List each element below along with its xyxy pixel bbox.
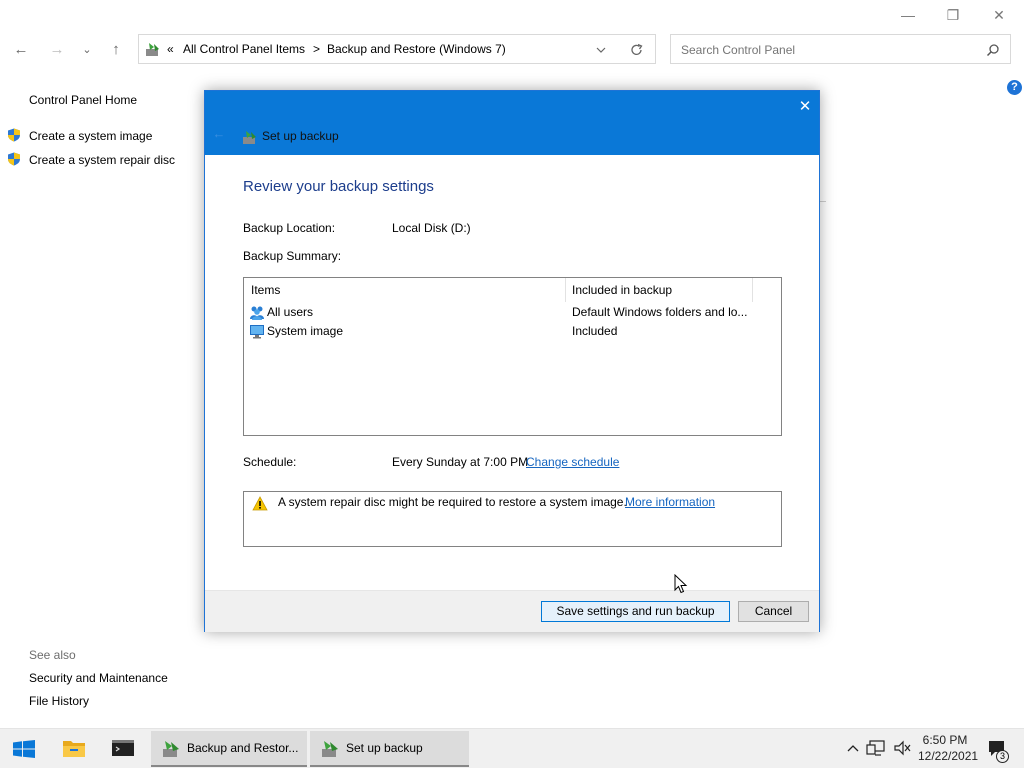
address-bar[interactable]: « All Control Panel Items > Backup and R… — [138, 34, 656, 64]
backup-icon — [163, 741, 179, 757]
backup-location-label: Backup Location: — [243, 221, 336, 235]
dialog-close-button[interactable]: ✕ — [795, 97, 815, 117]
search-input[interactable] — [679, 41, 973, 59]
column-header-included[interactable]: Included in backup — [572, 278, 672, 302]
content-divider — [820, 201, 826, 202]
list-item-included: Default Windows folders and lo... — [572, 305, 748, 319]
forward-button[interactable]: → — [47, 40, 67, 60]
notification-count-badge: 3 — [996, 750, 1009, 763]
back-button[interactable]: ← — [11, 40, 31, 60]
clock[interactable]: 6:50 PM 12/22/2021 — [918, 732, 979, 771]
backup-summary-list[interactable]: Items Included in backup All users Defau… — [243, 277, 782, 436]
backup-icon — [243, 131, 256, 144]
search-icon[interactable] — [986, 43, 1000, 57]
clock-time: 6:50 PM — [922, 733, 968, 747]
refresh-icon[interactable] — [630, 43, 644, 57]
taskbar: Backup and Restor... Set up backup 6:50 … — [0, 728, 1024, 768]
warning-icon — [252, 496, 268, 511]
file-explorer-icon[interactable] — [62, 738, 86, 758]
backup-icon — [322, 741, 338, 757]
backup-summary-label: Backup Summary: — [243, 249, 342, 263]
column-separator[interactable] — [752, 278, 753, 302]
breadcrumb-separator[interactable]: > — [313, 42, 320, 56]
column-header-items[interactable]: Items — [251, 278, 280, 302]
taskbar-window-backup-and-restore[interactable]: Backup and Restor... — [151, 731, 307, 767]
schedule-value: Every Sunday at 7:00 PM — [392, 455, 529, 469]
change-schedule-link[interactable]: Change schedule — [526, 455, 619, 469]
warning-text: A system repair disc might be required t… — [278, 495, 627, 509]
see-also-heading: See also — [29, 648, 76, 662]
maximize-button[interactable]: ❐ — [938, 6, 968, 24]
show-hidden-icons-chevron-icon[interactable] — [846, 742, 860, 754]
more-information-link[interactable]: More information — [625, 495, 715, 509]
recent-locations-button[interactable]: ⌄ — [77, 40, 97, 60]
warning-box: A system repair disc might be required t… — [243, 491, 782, 547]
help-icon[interactable]: ? — [1007, 80, 1022, 95]
dialog-heading: Review your backup settings — [243, 178, 434, 195]
address-overflow-chevron[interactable]: « — [167, 42, 174, 56]
up-button[interactable]: ↑ — [106, 40, 126, 60]
clock-date: 12/22/2021 — [918, 749, 979, 763]
minimize-button[interactable]: — — [893, 6, 923, 24]
network-icon[interactable] — [866, 739, 886, 757]
schedule-label: Schedule: — [243, 455, 297, 469]
cancel-button[interactable]: Cancel — [738, 601, 809, 622]
list-item[interactable]: All users Default Windows folders and lo… — [244, 303, 781, 322]
file-history-link[interactable]: File History — [29, 694, 89, 708]
dialog-back-button[interactable]: ← — [211, 126, 227, 142]
backup-location-value: Local Disk (D:) — [392, 221, 471, 235]
monitor-icon — [250, 325, 264, 339]
taskbar-window-label: Backup and Restor... — [187, 741, 299, 755]
uac-shield-icon — [8, 128, 20, 142]
mouse-cursor-icon — [674, 574, 688, 594]
column-separator[interactable] — [565, 278, 566, 302]
dialog-title: Set up backup — [262, 129, 339, 143]
backup-icon — [146, 43, 159, 56]
close-window-button[interactable]: ✕ — [984, 6, 1014, 24]
volume-muted-icon[interactable] — [893, 739, 913, 757]
list-item-name: All users — [267, 305, 314, 319]
chevron-down-icon[interactable] — [595, 45, 607, 55]
search-box[interactable] — [670, 34, 1011, 64]
windows-start-icon[interactable] — [13, 740, 35, 758]
create-system-repair-disc-link[interactable]: Create a system repair disc — [29, 153, 175, 167]
list-item[interactable]: System image Included — [244, 322, 781, 341]
terminal-icon[interactable] — [111, 738, 135, 758]
setup-backup-dialog: ✕ ← Set up backup Review your backup set… — [204, 90, 820, 632]
breadcrumb-all-control-panel-items[interactable]: All Control Panel Items — [183, 42, 305, 56]
users-icon — [250, 306, 264, 320]
dialog-footer: Save settings and run backup Cancel — [205, 590, 819, 632]
list-item-included: Included — [572, 324, 618, 338]
save-settings-and-run-backup-button[interactable]: Save settings and run backup — [541, 601, 730, 622]
create-system-image-link[interactable]: Create a system image — [29, 129, 152, 143]
breadcrumb-backup-and-restore[interactable]: Backup and Restore (Windows 7) — [327, 42, 506, 56]
taskbar-window-set-up-backup[interactable]: Set up backup — [310, 731, 469, 767]
uac-shield-icon — [8, 152, 20, 166]
security-and-maintenance-link[interactable]: Security and Maintenance — [29, 671, 168, 685]
list-item-name: System image — [267, 324, 344, 338]
taskbar-window-label: Set up backup — [346, 741, 423, 755]
dialog-title-bar: ✕ ← Set up backup — [205, 91, 819, 155]
control-panel-home-link[interactable]: Control Panel Home — [29, 93, 137, 107]
